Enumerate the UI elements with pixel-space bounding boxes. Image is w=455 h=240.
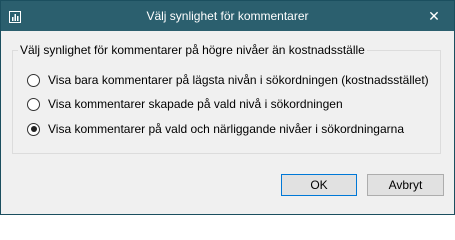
radio-label: Visa bara kommentarer på lägsta nivån i … xyxy=(48,73,429,87)
ok-button[interactable]: OK xyxy=(281,174,357,196)
close-button[interactable]: ✕ xyxy=(414,1,454,31)
radio-option-adjacent-levels[interactable]: Visa kommentarer på vald och närliggande… xyxy=(27,121,404,137)
cancel-button[interactable]: Avbryt xyxy=(367,174,444,196)
window-title: Välj synlighet för kommentarer xyxy=(146,9,309,23)
close-icon: ✕ xyxy=(428,8,440,24)
radio-label: Visa kommentarer på vald och närliggande… xyxy=(48,122,404,136)
title-bar[interactable]: Välj synlighet för kommentarer ✕ xyxy=(1,1,454,31)
radio-button-selected[interactable] xyxy=(27,122,40,136)
radio-label: Visa kommentarer skapade på vald nivå i … xyxy=(48,97,343,111)
dialog-window: Välj synlighet för kommentarer ✕ Välj sy… xyxy=(0,0,455,215)
radio-button[interactable] xyxy=(27,73,40,87)
visibility-groupbox: Välj synlighet för kommentarer på högre … xyxy=(12,43,441,154)
radio-option-selected-level[interactable]: Visa kommentarer skapade på vald nivå i … xyxy=(27,96,343,112)
radio-option-lowest-level[interactable]: Visa bara kommentarer på lägsta nivån i … xyxy=(27,72,429,88)
radio-button[interactable] xyxy=(27,97,40,111)
groupbox-legend: Välj synlighet för kommentarer på högre … xyxy=(18,43,367,57)
